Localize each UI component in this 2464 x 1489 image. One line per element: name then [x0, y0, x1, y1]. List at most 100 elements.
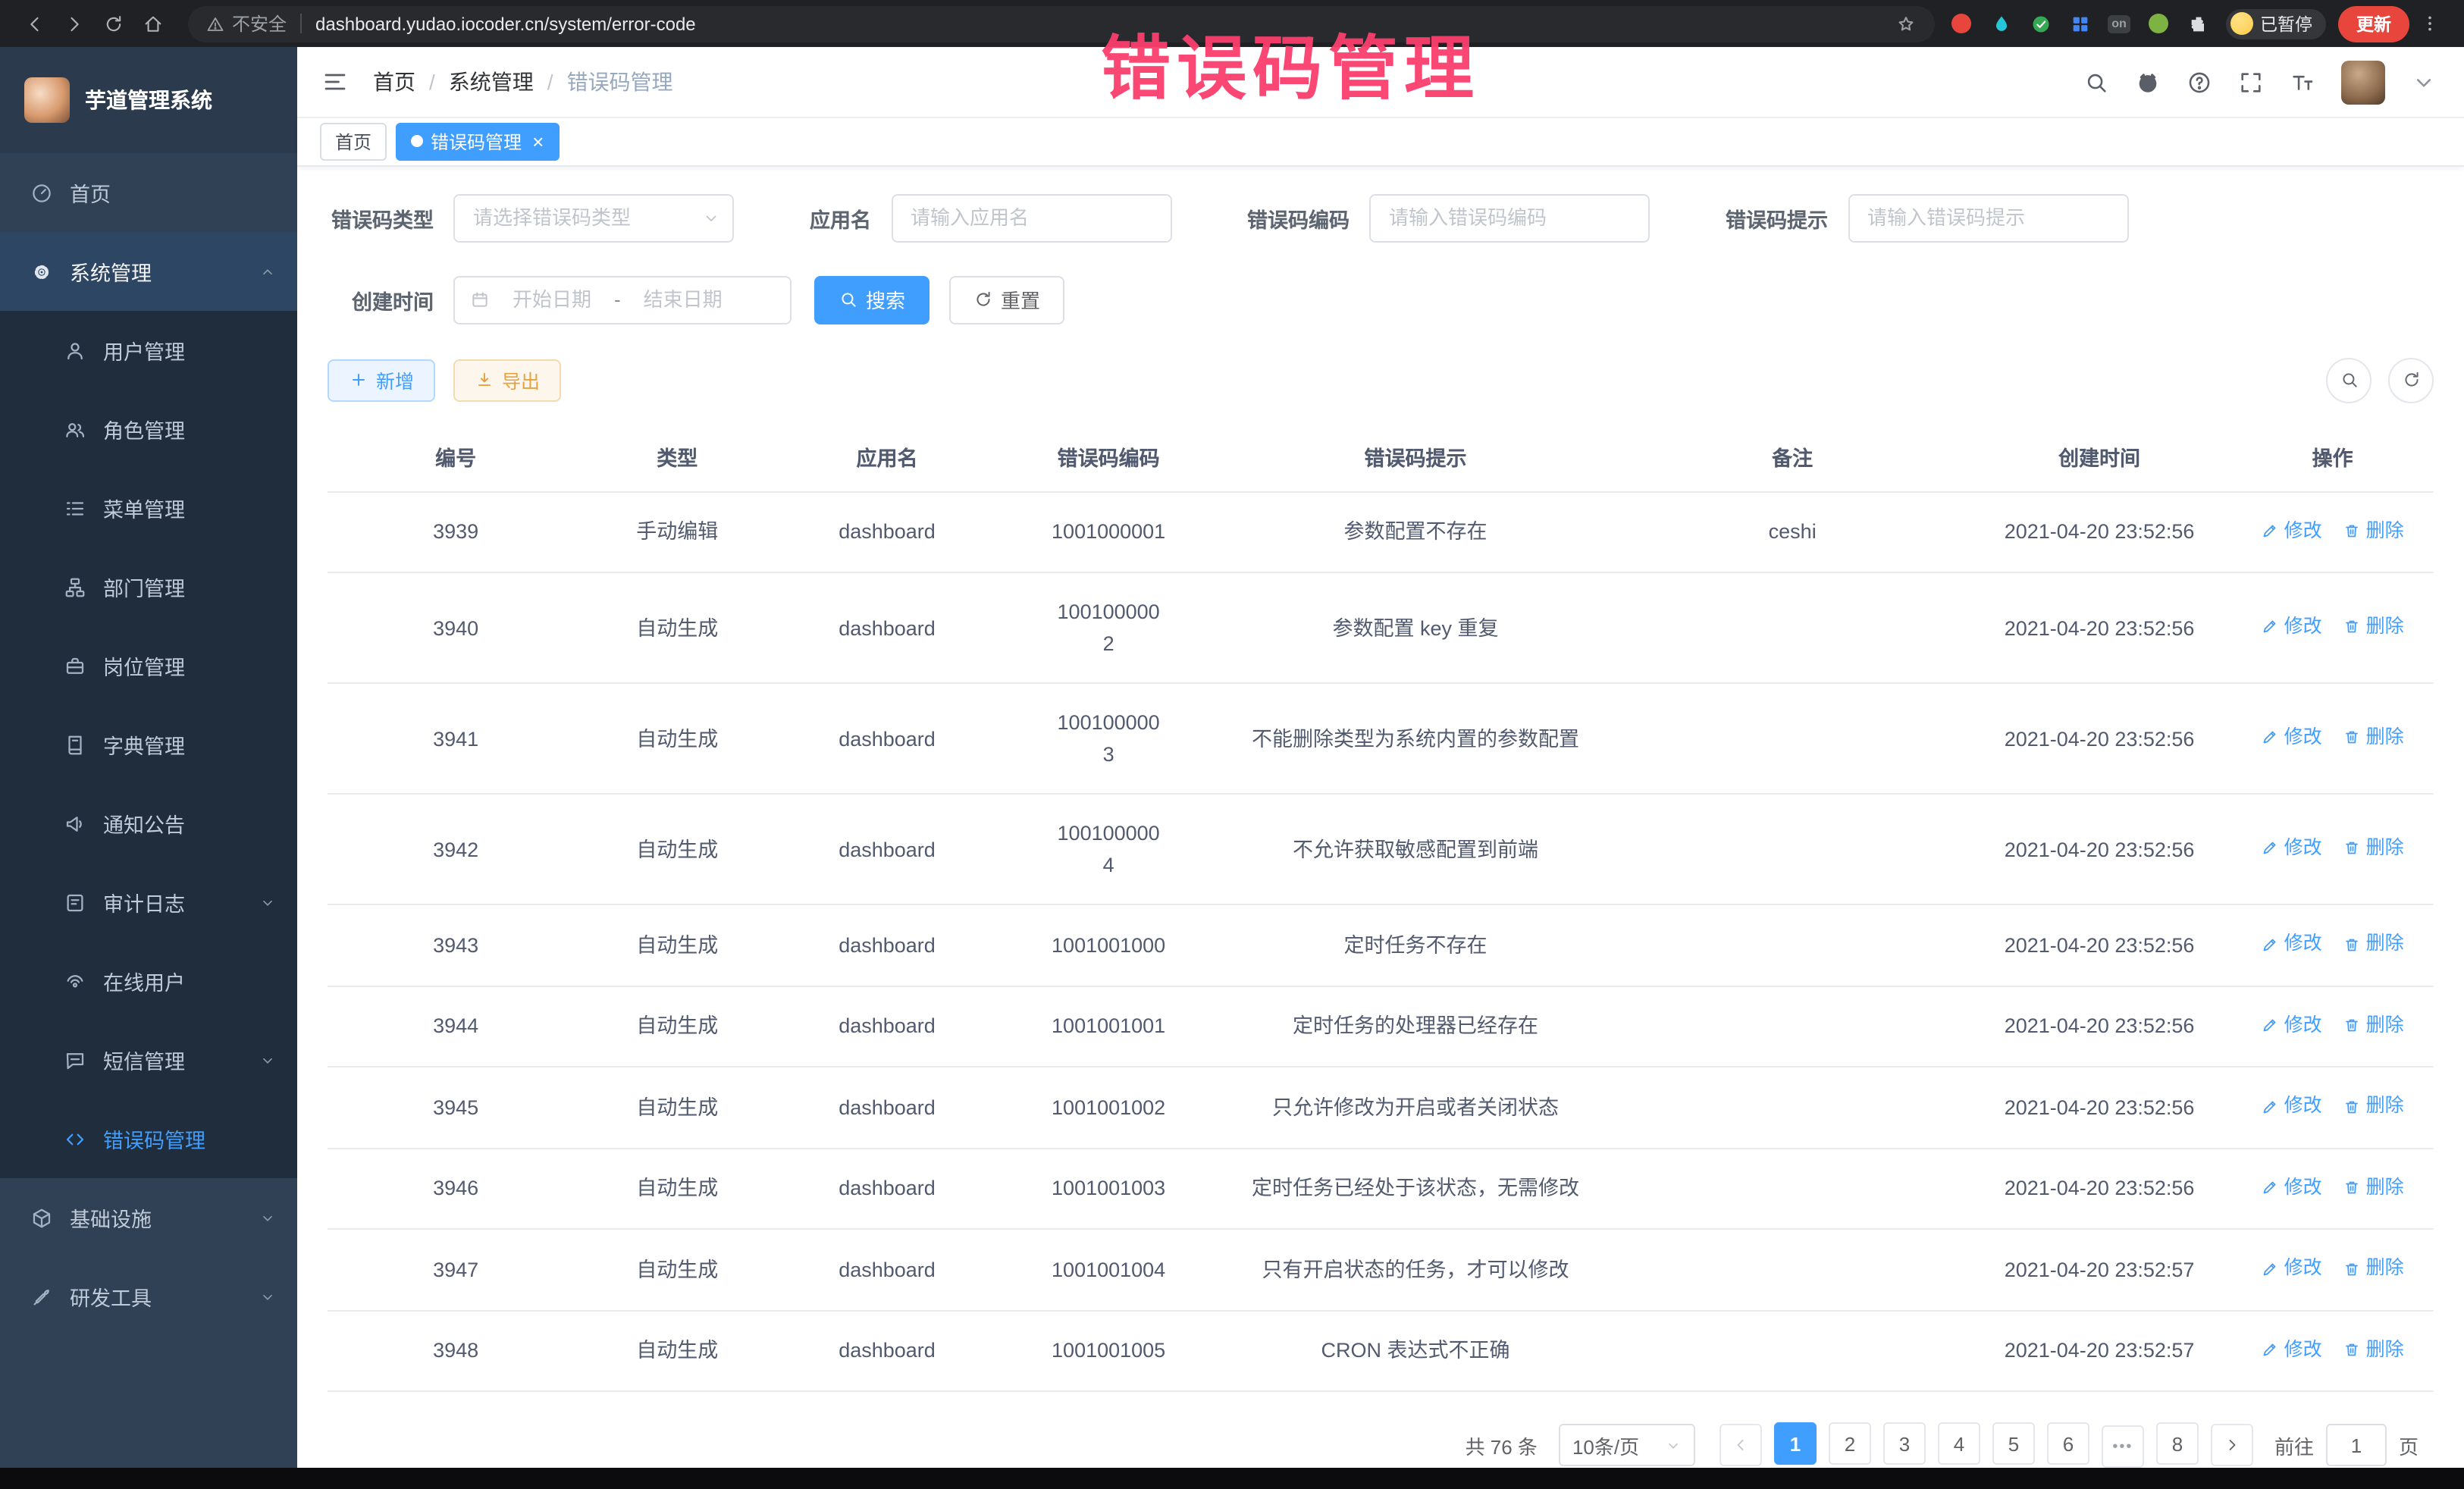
address-bar[interactable]: 不安全 dashboard.yudao.iocoder.cn/system/er…: [188, 5, 1934, 42]
sidebar-item-notices[interactable]: 通知公告: [0, 784, 297, 863]
sidebar-item-roles[interactable]: 角色管理: [0, 390, 297, 469]
fullscreen-icon[interactable]: [2238, 69, 2264, 95]
error-code-input[interactable]: [1369, 193, 1650, 242]
add-button[interactable]: 新增: [328, 359, 435, 401]
delete-button[interactable]: 删除: [2343, 832, 2404, 864]
profile-chip[interactable]: 已暂停: [2225, 8, 2326, 39]
app-name-input[interactable]: [891, 193, 1171, 242]
breadcrumb-item[interactable]: 系统管理: [449, 67, 534, 97]
delete-button[interactable]: 删除: [2343, 611, 2404, 643]
sidebar-toggle-button[interactable]: [321, 68, 349, 96]
edit-button[interactable]: 修改: [2262, 611, 2322, 643]
user-avatar[interactable]: [2341, 60, 2385, 104]
font-size-icon[interactable]: [2290, 69, 2315, 95]
export-button[interactable]: 导出: [453, 359, 561, 401]
sidebar-item-online-users[interactable]: 在线用户: [0, 942, 297, 1020]
sidebar-item-error-codes[interactable]: 错误码管理: [0, 1099, 297, 1178]
delete-button[interactable]: 删除: [2343, 1252, 2404, 1284]
delete-button[interactable]: 删除: [2343, 928, 2404, 960]
browser-update-button[interactable]: 更新: [2338, 5, 2409, 42]
page-size-select[interactable]: 10条/页: [1559, 1424, 1695, 1466]
sidebar-item-sms[interactable]: 短信管理: [0, 1020, 297, 1099]
browser-refresh-button[interactable]: [94, 4, 133, 43]
start-date-input[interactable]: [499, 288, 605, 311]
sidebar-item-dev-tools[interactable]: 研发工具: [0, 1257, 297, 1336]
sidebar-item-depts[interactable]: 部门管理: [0, 547, 297, 626]
edit-button[interactable]: 修改: [2262, 832, 2322, 864]
date-range-picker[interactable]: -: [453, 275, 792, 324]
reset-button[interactable]: 重置: [949, 275, 1064, 324]
edit-icon: [2262, 729, 2280, 747]
browser-home-button[interactable]: [133, 4, 173, 43]
security-indicator[interactable]: 不安全: [206, 11, 287, 36]
sidebar-item-home[interactable]: 首页: [0, 153, 297, 232]
browser-forward-button[interactable]: [55, 4, 94, 43]
app-logo[interactable]: 芋道管理系统: [0, 47, 297, 153]
green-extension-icon[interactable]: [2146, 11, 2171, 36]
bookmark-button[interactable]: [1895, 12, 1916, 35]
delete-button[interactable]: 删除: [2343, 1090, 2404, 1122]
error-type-select-input[interactable]: [453, 193, 734, 242]
more-pages-button[interactable]: •••: [2102, 1425, 2144, 1468]
grid-extension-icon[interactable]: [2067, 11, 2092, 36]
edit-button[interactable]: 修改: [2262, 928, 2322, 960]
page-button-3[interactable]: 3: [1883, 1422, 1926, 1465]
github-icon[interactable]: [2135, 69, 2161, 95]
browser-back-button[interactable]: [15, 4, 55, 43]
tab-error-code[interactable]: 错误码管理×: [396, 123, 559, 161]
sidebar-item-audit-logs[interactable]: 审计日志: [0, 863, 297, 942]
drop-extension-icon[interactable]: [1989, 11, 2013, 36]
goto-page-input[interactable]: [2326, 1424, 2387, 1466]
next-page-button[interactable]: [2211, 1424, 2253, 1466]
app-name-field[interactable]: [891, 193, 1171, 242]
edit-button[interactable]: 修改: [2262, 1252, 2322, 1284]
page-button-4[interactable]: 4: [1938, 1422, 1980, 1465]
check-extension-icon[interactable]: [2028, 11, 2052, 36]
chevron-down-icon[interactable]: [2411, 69, 2437, 95]
page-button-8[interactable]: 8: [2156, 1422, 2199, 1465]
toggle-search-button[interactable]: [2326, 357, 2372, 403]
sidebar-item-infra[interactable]: 基础设施: [0, 1178, 297, 1257]
browser-menu-button[interactable]: [2409, 4, 2449, 43]
edit-button[interactable]: 修改: [2262, 722, 2322, 754]
red-extension-icon[interactable]: [1949, 11, 1973, 36]
edit-button[interactable]: 修改: [2262, 1334, 2322, 1365]
on-badge-extension-icon[interactable]: on: [2107, 11, 2131, 36]
edit-button[interactable]: 修改: [2262, 1009, 2322, 1041]
close-icon[interactable]: ×: [532, 132, 544, 152]
page-button-6[interactable]: 6: [2047, 1422, 2089, 1465]
sidebar-item-dicts[interactable]: 字典管理: [0, 705, 297, 784]
sidebar-item-posts[interactable]: 岗位管理: [0, 626, 297, 705]
error-hint-field[interactable]: [1848, 193, 2128, 242]
delete-button[interactable]: 删除: [2343, 515, 2404, 547]
end-date-input[interactable]: [630, 288, 736, 311]
delete-button[interactable]: 删除: [2343, 722, 2404, 754]
edit-button[interactable]: 修改: [2262, 515, 2322, 547]
search-icon[interactable]: [2083, 69, 2109, 95]
delete-button[interactable]: 删除: [2343, 1334, 2404, 1365]
page-button-1[interactable]: 1: [1774, 1422, 1817, 1465]
breadcrumb-item[interactable]: 首页: [373, 67, 415, 97]
edit-button[interactable]: 修改: [2262, 1171, 2322, 1203]
error-code-field[interactable]: [1369, 193, 1650, 242]
question-icon[interactable]: [2187, 69, 2212, 95]
page-button-2[interactable]: 2: [1829, 1422, 1871, 1465]
sidebar-item-users[interactable]: 用户管理: [0, 311, 297, 390]
error-hint-input[interactable]: [1848, 193, 2128, 242]
edit-label: 修改: [2284, 515, 2322, 547]
page-button-5[interactable]: 5: [1992, 1422, 2035, 1465]
sidebar-item-label: 菜单管理: [103, 493, 185, 523]
sidebar-item-system[interactable]: 系统管理: [0, 232, 297, 311]
error-type-select[interactable]: [453, 193, 734, 242]
cell-actions: 修改删除: [2231, 1148, 2434, 1229]
search-button[interactable]: 搜索: [814, 275, 929, 324]
delete-button[interactable]: 删除: [2343, 1009, 2404, 1041]
refresh-table-button[interactable]: [2388, 357, 2434, 403]
delete-button[interactable]: 删除: [2343, 1171, 2404, 1203]
cell-code: 1001001001: [1004, 986, 1214, 1067]
edit-button[interactable]: 修改: [2262, 1090, 2322, 1122]
sidebar-item-menus[interactable]: 菜单管理: [0, 469, 297, 547]
prev-page-button[interactable]: [1719, 1424, 1762, 1466]
tab-home[interactable]: 首页: [320, 123, 387, 161]
puzzle-extension-icon[interactable]: [2186, 11, 2210, 36]
